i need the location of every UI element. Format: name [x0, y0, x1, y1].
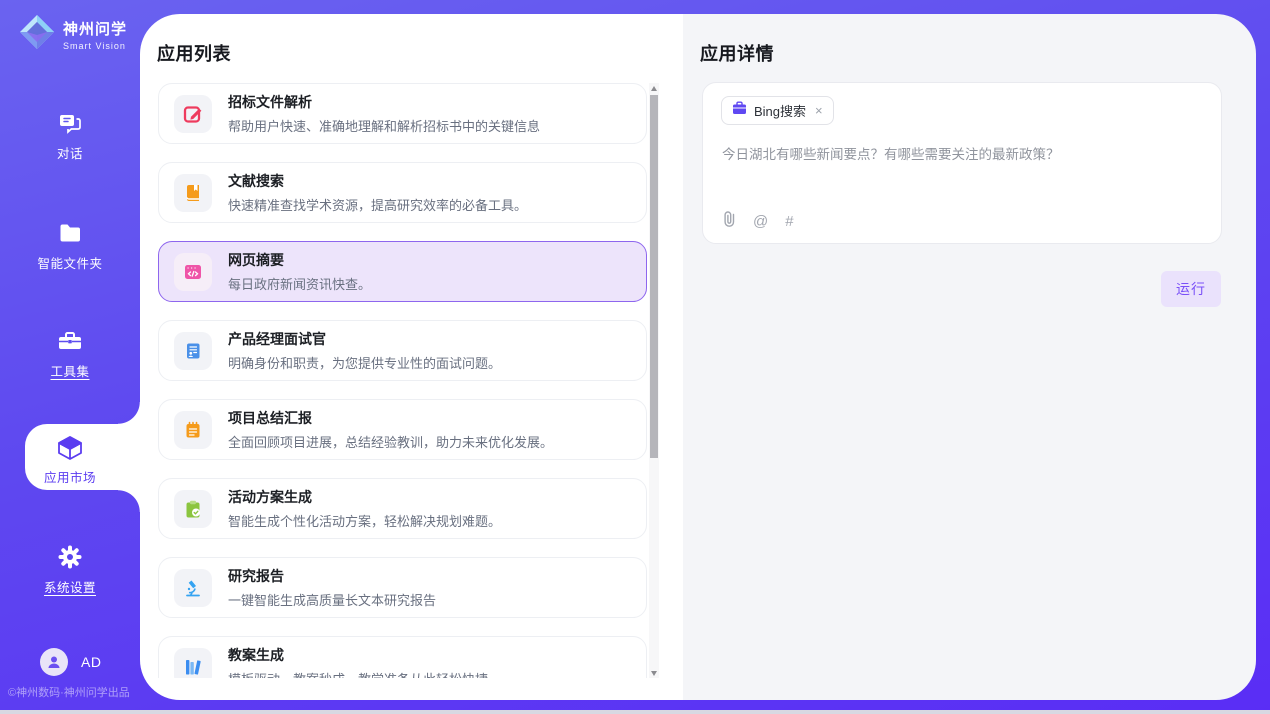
- toolbox-icon: [0, 328, 140, 354]
- prompt-question-text: 今日湖北有哪些新闻要点？有哪些需要关注的最新政策？: [722, 145, 1199, 165]
- scroll-up-icon[interactable]: [649, 83, 659, 93]
- app-name: 研究报告: [228, 566, 436, 586]
- app-name: 项目总结汇报: [228, 408, 553, 428]
- app-name: 教案生成: [228, 645, 488, 665]
- brand-subtitle: Smart Vision: [63, 41, 127, 51]
- clipboard-check-icon: [174, 490, 212, 528]
- close-icon[interactable]: ×: [815, 103, 823, 118]
- app-list: 招标文件解析 帮助用户快速、准确地理解和解析招标书中的关键信息 文献搜索 快速精…: [158, 83, 647, 678]
- resume-icon: [174, 332, 212, 370]
- app-card-web-summary[interactable]: 网页摘要 每日政府新闻资讯快查。: [158, 241, 647, 302]
- bottom-edge-strip: [0, 710, 1270, 714]
- app-card-event-plan[interactable]: 活动方案生成 智能生成个性化活动方案，轻松解决规划难题。: [158, 478, 647, 539]
- avatar: [40, 648, 68, 676]
- sidebar-item-label: 工具集: [50, 365, 89, 379]
- app-list-panel: 应用列表 招标文件解析 帮助用户快速、准确地理解和解析招标书中的关键信息: [140, 14, 683, 700]
- hash-icon[interactable]: #: [785, 214, 793, 229]
- chat-icon: [0, 110, 140, 136]
- user-initials: AD: [81, 654, 101, 670]
- sidebar-item-app-market[interactable]: 应用市场: [0, 433, 140, 487]
- app-desc: 智能生成个性化活动方案，轻松解决规划难题。: [228, 511, 501, 530]
- app-list-scrollbar[interactable]: [649, 83, 659, 678]
- person-icon: [46, 654, 62, 670]
- sidebar-item-chat[interactable]: 对话: [0, 110, 140, 163]
- scrollbar-thumb[interactable]: [650, 95, 658, 458]
- microscope-icon: [174, 569, 212, 607]
- tool-chip-bing-search[interactable]: Bing搜索 ×: [721, 96, 834, 125]
- pen-square-icon: [174, 95, 212, 133]
- briefcase-icon: [732, 101, 747, 120]
- sidebar-item-label: 对话: [57, 147, 83, 161]
- run-button[interactable]: 运行: [1161, 271, 1221, 307]
- brand-name: 神州问学: [63, 18, 127, 39]
- at-icon[interactable]: @: [753, 214, 768, 229]
- composer-toolbar: @ #: [722, 210, 794, 232]
- notepad-icon: [174, 411, 212, 449]
- folder-icon: [0, 220, 140, 246]
- app-desc: 全面回顾项目进展，总结经验教训，助力未来优化发展。: [228, 432, 553, 451]
- app-desc: 快速精准查找学术资源，提高研究效率的必备工具。: [228, 195, 527, 214]
- brand-logo: 神州问学 Smart Vision: [18, 13, 127, 56]
- app-card-literature-search[interactable]: 文献搜索 快速精准查找学术资源，提高研究效率的必备工具。: [158, 162, 647, 223]
- diamond-logo-icon: [18, 13, 56, 56]
- sidebar-item-label: 系统设置: [44, 581, 96, 595]
- sidebar: 神州问学 Smart Vision 对话 智能文件夹: [0, 0, 140, 714]
- books-icon: [174, 648, 212, 679]
- app-card-project-summary[interactable]: 项目总结汇报 全面回顾项目进展，总结经验教训，助力未来优化发展。: [158, 399, 647, 460]
- app-card-bid-parse[interactable]: 招标文件解析 帮助用户快速、准确地理解和解析招标书中的关键信息: [158, 83, 647, 144]
- cube-icon: [0, 433, 140, 463]
- app-name: 文献搜索: [228, 171, 527, 191]
- app-desc: 模板驱动，教案秒成，教学准备从此轻松快捷: [228, 669, 488, 678]
- app-name: 招标文件解析: [228, 92, 540, 112]
- app-detail-title: 应用详情: [700, 40, 774, 66]
- app-card-pm-interviewer[interactable]: 产品经理面试官 明确身份和职责，为您提供专业性的面试问题。: [158, 320, 647, 381]
- main-content: 应用列表 招标文件解析 帮助用户快速、准确地理解和解析招标书中的关键信息: [140, 14, 1256, 700]
- tool-chip-label: Bing搜索: [754, 101, 806, 120]
- app-detail-panel: 应用详情 Bing搜索 × 今日湖北有哪些新闻要点？有哪些需要关注的最新政策？: [683, 14, 1256, 700]
- paperclip-icon[interactable]: [722, 210, 736, 232]
- app-name: 网页摘要: [228, 250, 371, 270]
- scroll-down-icon[interactable]: [649, 668, 659, 678]
- sidebar-item-label: 应用市场: [44, 471, 96, 485]
- app-desc: 一键智能生成高质量长文本研究报告: [228, 590, 436, 609]
- app-card-lesson-plan[interactable]: 教案生成 模板驱动，教案秒成，教学准备从此轻松快捷: [158, 636, 647, 678]
- app-name: 活动方案生成: [228, 487, 501, 507]
- app-list-title: 应用列表: [157, 40, 231, 66]
- sidebar-item-toolset[interactable]: 工具集: [0, 328, 140, 381]
- app-desc: 帮助用户快速、准确地理解和解析招标书中的关键信息: [228, 116, 540, 135]
- gear-icon: [0, 544, 140, 570]
- app-desc: 明确身份和职责，为您提供专业性的面试问题。: [228, 353, 501, 372]
- sidebar-item-label: 智能文件夹: [37, 257, 102, 271]
- sidebar-item-smart-folder[interactable]: 智能文件夹: [0, 220, 140, 273]
- copyright-text: ©神州数码·神州问学出品: [8, 684, 130, 700]
- app-desc: 每日政府新闻资讯快查。: [228, 274, 371, 293]
- app-name: 产品经理面试官: [228, 329, 501, 349]
- user-account[interactable]: AD: [40, 648, 101, 676]
- prompt-card: Bing搜索 × 今日湖北有哪些新闻要点？有哪些需要关注的最新政策？ @ #: [702, 82, 1222, 244]
- book-icon: [174, 174, 212, 212]
- sidebar-item-settings[interactable]: 系统设置: [0, 544, 140, 597]
- web-code-icon: [174, 253, 212, 291]
- app-card-research-report[interactable]: 研究报告 一键智能生成高质量长文本研究报告: [158, 557, 647, 618]
